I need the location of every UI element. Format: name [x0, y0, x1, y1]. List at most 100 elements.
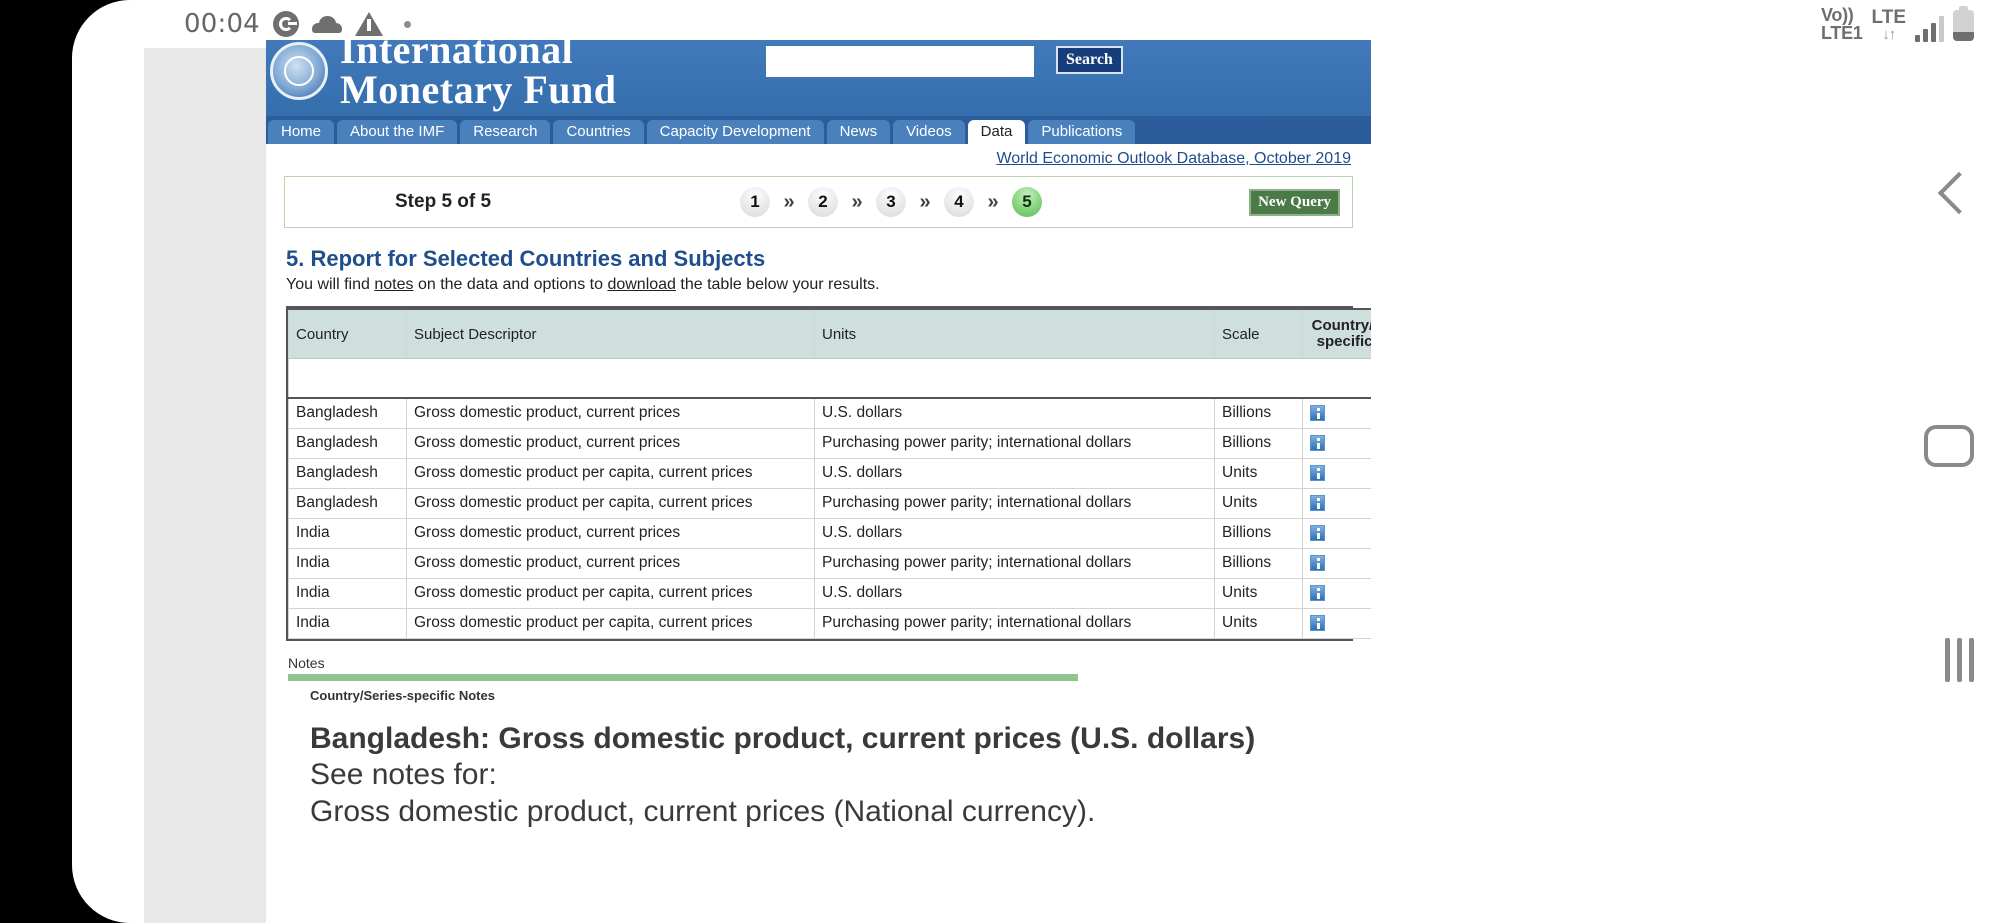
- tab-videos[interactable]: Videos: [893, 120, 965, 144]
- page-margin-right: [1371, 48, 2000, 923]
- notes-link[interactable]: notes: [374, 276, 413, 293]
- recents-bars-icon[interactable]: [1945, 638, 1974, 682]
- weo-database-link[interactable]: World Economic Outlook Database, October…: [996, 150, 1351, 167]
- page-subtitle: You will find notes on the data and opti…: [286, 276, 1353, 294]
- notes-divider: [288, 673, 1078, 681]
- cell-units: Purchasing power parity; international d…: [814, 487, 1215, 519]
- step-button-1[interactable]: 1: [740, 187, 770, 217]
- imf-wordmark: International Monetary Fund: [340, 40, 617, 110]
- step-button-4[interactable]: 4: [944, 187, 974, 217]
- breadcrumb: World Economic Outlook Database, October…: [284, 144, 1353, 176]
- android-home-button[interactable]: [1924, 425, 1974, 467]
- col-header-country[interactable]: Country: [288, 308, 407, 359]
- notes-line-2: See notes for:: [310, 758, 497, 792]
- cell-note: [1302, 397, 1371, 429]
- status-clock: 00:04: [184, 9, 260, 39]
- back-chevron-icon[interactable]: [1937, 171, 1981, 215]
- tab-research[interactable]: Research: [460, 120, 551, 144]
- cell-country: Bangladesh: [288, 487, 407, 519]
- screen-root: 00:04 Vo)) LTE1 LTE ↓↑ International Mon…: [0, 0, 2000, 923]
- cell-scale: Units: [1214, 457, 1303, 489]
- tab-about-the-imf[interactable]: About the IMF: [337, 120, 458, 144]
- cell-subject: Gross domestic product per capita, curre…: [406, 607, 815, 639]
- notes-section-title: Country/Series-specific Notes: [310, 687, 495, 703]
- imf-logo-icon: [270, 42, 328, 100]
- info-icon[interactable]: [1310, 554, 1325, 571]
- cell-units: U.S. dollars: [814, 577, 1215, 609]
- info-icon[interactable]: [1310, 405, 1325, 422]
- info-icon[interactable]: [1310, 524, 1325, 541]
- table-row: India Gross domestic product, current pr…: [288, 547, 1371, 579]
- cell-scale: Billions: [1214, 517, 1303, 549]
- cell-note: [1302, 607, 1371, 639]
- tab-data[interactable]: Data: [967, 120, 1026, 144]
- info-icon[interactable]: [1310, 464, 1325, 481]
- cell-scale: Billions: [1214, 427, 1303, 459]
- info-icon[interactable]: [1310, 614, 1325, 631]
- tab-capacity-development[interactable]: Capacity Development: [646, 120, 824, 144]
- cell-country: India: [288, 547, 407, 579]
- android-back-button[interactable]: [1937, 171, 1981, 215]
- info-icon[interactable]: [1310, 434, 1325, 451]
- cell-units: U.S. dollars: [814, 397, 1215, 429]
- status-bar-left: 00:04: [184, 9, 411, 39]
- table-row: Bangladesh Gross domestic product per ca…: [288, 487, 1371, 519]
- table-row: Bangladesh Gross domestic product, curre…: [288, 427, 1371, 459]
- volte-indicator: Vo)) LTE1: [1821, 5, 1863, 43]
- search-input[interactable]: [766, 46, 1034, 77]
- step-button-2[interactable]: 2: [808, 187, 838, 217]
- step-separator-icon: »: [783, 190, 795, 213]
- download-link[interactable]: download: [607, 276, 676, 293]
- sim-label: LTE1: [1821, 23, 1863, 43]
- cell-country: Bangladesh: [288, 397, 407, 429]
- cell-subject: Gross domestic product per capita, curre…: [406, 457, 815, 489]
- cell-note: [1302, 427, 1371, 459]
- step-indicator-group: 1 » 2 » 3 » 4 » 5: [740, 187, 1042, 217]
- step-separator-icon: »: [851, 190, 863, 213]
- table-row: Bangladesh Gross domestic product per ca…: [288, 457, 1371, 489]
- col-header-units[interactable]: Units: [814, 308, 1215, 359]
- cell-country: Bangladesh: [288, 457, 407, 489]
- warning-icon: [354, 12, 383, 36]
- col-header-subject-descriptor[interactable]: Subject Descriptor: [406, 308, 815, 359]
- tab-countries[interactable]: Countries: [553, 120, 644, 144]
- info-icon[interactable]: [1310, 494, 1325, 511]
- subtitle-text-3: the table below your results.: [675, 276, 880, 293]
- col-header-scale[interactable]: Scale: [1214, 308, 1303, 359]
- step-button-5[interactable]: 5: [1012, 187, 1042, 217]
- cell-units: U.S. dollars: [814, 457, 1215, 489]
- cell-subject: Gross domestic product per capita, curre…: [406, 487, 815, 519]
- step-navigation-bar: Step 5 of 5 1 » 2 » 3 » 4 » 5 New Query: [284, 176, 1353, 228]
- android-recents-button[interactable]: [1945, 638, 1974, 682]
- subtitle-text-1: You will find: [286, 276, 375, 293]
- cell-subject: Gross domestic product, current prices: [406, 547, 815, 579]
- status-bar-right: Vo)) LTE1 LTE ↓↑: [1821, 5, 1974, 43]
- cell-scale: Units: [1214, 487, 1303, 519]
- tab-publications[interactable]: Publications: [1028, 120, 1136, 144]
- tab-news[interactable]: News: [826, 120, 891, 144]
- info-icon[interactable]: [1310, 584, 1325, 601]
- col-header-country-series-notes[interactable]: Country/Series- specific Notes: [1302, 308, 1371, 359]
- step-label: Step 5 of 5: [395, 191, 492, 212]
- notes-heading: Bangladesh: Gross domestic product, curr…: [310, 721, 1256, 755]
- table-shade-legend-row: Shaded cells indicate IMF staff estimate…: [288, 358, 1371, 399]
- notes-header-line2: specific Notes: [1316, 333, 1371, 350]
- cell-subject: Gross domestic product, current prices: [406, 397, 815, 429]
- subtitle-text-2: on the data and options to: [413, 276, 608, 293]
- legend-spacer: [288, 358, 1371, 399]
- page-title: 5. Report for Selected Countries and Sub…: [286, 246, 766, 271]
- cell-country: India: [288, 607, 407, 639]
- home-square-icon[interactable]: [1924, 425, 1974, 467]
- step-separator-icon: »: [919, 190, 931, 213]
- new-query-button[interactable]: New Query: [1249, 188, 1340, 216]
- cell-scale: Billions: [1214, 547, 1303, 579]
- table-body: Bangladesh Gross domestic product, curre…: [288, 397, 1371, 639]
- cell-units: U.S. dollars: [814, 517, 1215, 549]
- tab-home[interactable]: Home: [268, 120, 335, 144]
- table-row: Bangladesh Gross domestic product, curre…: [288, 397, 1371, 429]
- cell-units: Purchasing power parity; international d…: [814, 547, 1215, 579]
- step-button-3[interactable]: 3: [876, 187, 906, 217]
- notes-body: Bangladesh: Gross domestic product, curr…: [310, 721, 1353, 831]
- page-content: World Economic Outlook Database, October…: [266, 144, 1371, 831]
- search-button[interactable]: Search: [1056, 46, 1123, 74]
